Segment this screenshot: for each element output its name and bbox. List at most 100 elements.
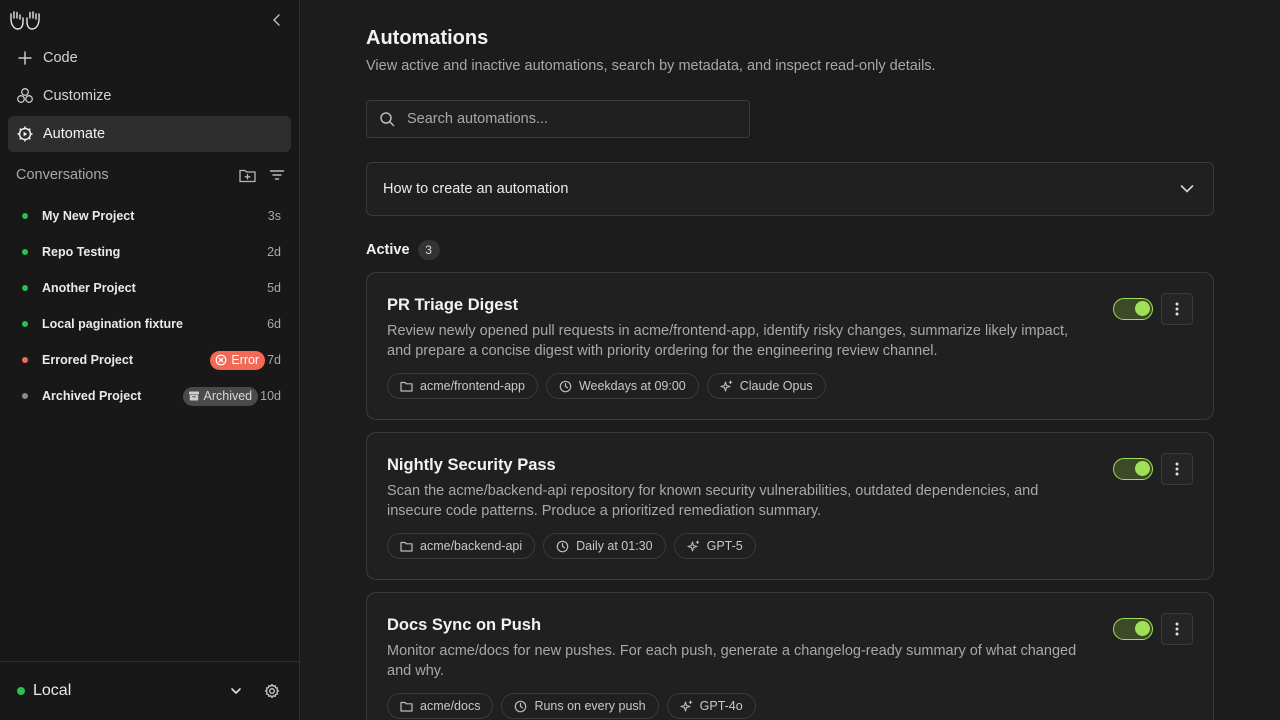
more-vertical-icon [1175, 302, 1179, 316]
search-box [366, 100, 750, 138]
conversation-name: My New Project [42, 209, 135, 223]
automation-enabled-toggle[interactable] [1113, 618, 1153, 640]
new-folder-icon[interactable] [238, 166, 256, 184]
automation-card[interactable]: PR Triage Digest Review newly opened pul… [366, 272, 1214, 420]
model-chip-label: GPT-5 [706, 539, 743, 553]
collapse-sidebar-button[interactable] [268, 11, 286, 29]
sidebar: Code Customize Automate Conversations My… [0, 0, 300, 720]
conversation-list: My New Project 3s Repo Testing 2d Anothe… [0, 198, 300, 414]
conversation-item[interactable]: Archived Project Archived 10d [0, 378, 300, 414]
conversation-name: Repo Testing [42, 245, 121, 259]
automation-title: PR Triage Digest [387, 296, 519, 314]
search-icon [379, 111, 395, 127]
connection-status-dot [17, 687, 25, 695]
schedule-chip-label: Weekdays at 09:00 [578, 379, 686, 393]
model-chip[interactable]: GPT-4o [666, 693, 756, 719]
main-content: Automations View active and inactive aut… [300, 0, 1280, 720]
conversation-time: 6d [267, 317, 281, 331]
schedule-chip[interactable]: Weekdays at 09:00 [545, 373, 699, 399]
automation-card[interactable]: Nightly Security Pass Scan the acme/back… [366, 432, 1214, 580]
automation-enabled-toggle[interactable] [1113, 298, 1153, 320]
conversation-item[interactable]: Repo Testing 2d [0, 234, 300, 270]
conversation-name: Local pagination fixture [42, 317, 183, 331]
more-vertical-icon [1175, 462, 1179, 476]
archived-badge-label: Archived [203, 389, 253, 403]
schedule-chip[interactable]: Runs on every push [501, 693, 659, 719]
page-subtitle: View active and inactive automations, se… [366, 58, 936, 74]
nav-customize-label: Customize [43, 88, 112, 104]
folder-icon [400, 700, 413, 713]
conversation-name: Errored Project [42, 353, 134, 367]
automation-meta-chips: acme/frontend-app Weekdays at 09:00 Clau… [387, 373, 834, 399]
how-to-label: How to create an automation [383, 181, 569, 197]
active-section-header: Active 3 [366, 240, 440, 260]
more-options-button[interactable] [1161, 293, 1193, 325]
conversation-item[interactable]: Errored Project Error 7d [0, 342, 300, 378]
repo-chip-label: acme/backend-api [420, 539, 523, 553]
repo-chip-label: acme/frontend-app [420, 379, 525, 393]
conversation-time: 5d [267, 281, 281, 295]
schedule-chip[interactable]: Daily at 01:30 [543, 533, 666, 559]
nav-code[interactable]: Code [8, 40, 291, 76]
search-input[interactable] [407, 111, 749, 127]
nav-automate-label: Automate [43, 126, 106, 142]
gear-icon[interactable] [264, 683, 280, 699]
folder-icon [400, 380, 413, 393]
error-badge-label: Error [231, 353, 260, 367]
error-circle-icon [215, 354, 227, 366]
nav-code-label: Code [43, 50, 78, 66]
chevron-down-icon[interactable] [228, 683, 244, 699]
active-section-title: Active [366, 242, 410, 258]
chevron-down-icon [1179, 181, 1195, 197]
hands-logo-icon [8, 9, 42, 31]
status-dot [22, 321, 28, 327]
repo-chip[interactable]: acme/docs [387, 693, 494, 719]
automation-title: Nightly Security Pass [387, 456, 556, 474]
clock-icon [514, 700, 527, 713]
page-title: Automations [366, 27, 489, 49]
nav-customize[interactable]: Customize [8, 78, 291, 114]
conversation-item[interactable]: My New Project 3s [0, 198, 300, 234]
automation-meta-chips: acme/backend-api Daily at 01:30 GPT-5 [387, 533, 764, 559]
automate-icon [16, 125, 34, 143]
status-dot [22, 357, 28, 363]
how-to-accordion[interactable]: How to create an automation [366, 162, 1214, 216]
sparkles-icon [720, 379, 733, 393]
active-count-badge: 3 [417, 240, 440, 260]
automation-enabled-toggle[interactable] [1113, 458, 1153, 480]
filter-icon[interactable] [268, 166, 286, 184]
environment-label[interactable]: Local [33, 682, 208, 700]
model-chip[interactable]: Claude Opus [706, 373, 826, 399]
conversation-time: 10d [260, 389, 281, 403]
status-dot [22, 249, 28, 255]
automation-description: Review newly opened pull requests in acm… [387, 323, 1069, 359]
repo-chip[interactable]: acme/frontend-app [387, 373, 538, 399]
conversation-item[interactable]: Local pagination fixture 6d [0, 306, 300, 342]
repo-chip-label: acme/docs [420, 699, 481, 713]
archived-badge: Archived [182, 386, 259, 406]
automation-description: Scan the acme/backend-api repository for… [387, 483, 1039, 519]
nav-automate[interactable]: Automate [8, 116, 291, 152]
customize-icon [16, 87, 34, 105]
sparkles-icon [687, 539, 700, 553]
more-vertical-icon [1175, 622, 1179, 636]
toggle-knob [1135, 301, 1150, 316]
schedule-chip-label: Runs on every push [534, 699, 646, 713]
toggle-knob [1135, 461, 1150, 476]
clock-icon [559, 380, 572, 393]
archive-box-icon [188, 390, 200, 402]
plus-icon [16, 49, 34, 67]
automation-description: Monitor acme/docs for new pushes. For ea… [387, 643, 1077, 679]
automation-card[interactable]: Docs Sync on Push Monitor acme/docs for … [366, 592, 1214, 720]
model-chip[interactable]: GPT-5 [673, 533, 756, 559]
conversations-header: Conversations [16, 165, 286, 185]
automation-title: Docs Sync on Push [387, 616, 542, 634]
conversation-name: Archived Project [42, 389, 142, 403]
conversation-name: Another Project [42, 281, 136, 295]
status-dot [22, 393, 28, 399]
repo-chip[interactable]: acme/backend-api [387, 533, 536, 559]
more-options-button[interactable] [1161, 613, 1193, 645]
conversation-item[interactable]: Another Project 5d [0, 270, 300, 306]
more-options-button[interactable] [1161, 453, 1193, 485]
conversation-time: 3s [267, 209, 281, 223]
